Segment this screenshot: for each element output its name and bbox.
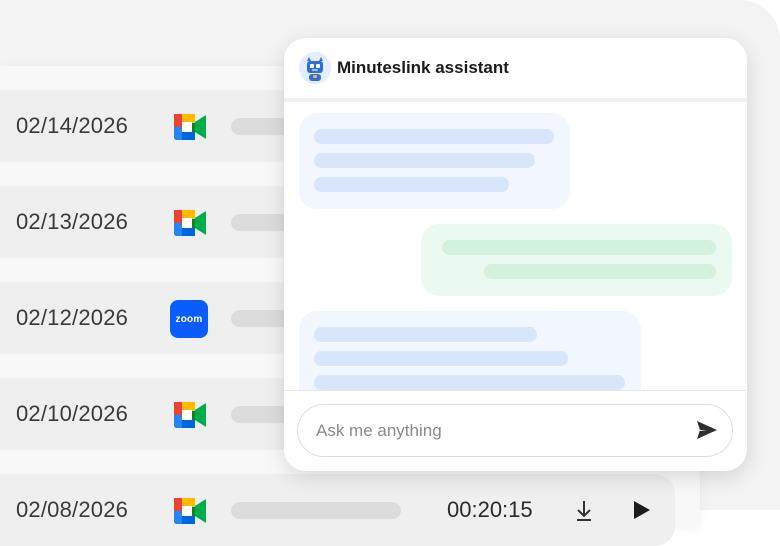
message-line-placeholder <box>314 153 535 168</box>
chat-title: Minuteslink assistant <box>337 58 509 77</box>
google-meet-icon <box>170 395 210 435</box>
message-line-placeholder <box>314 177 509 192</box>
meeting-date: 02/14/2026 <box>16 113 129 138</box>
meeting-duration: 00:20:15 <box>447 497 533 522</box>
chat-header: Minuteslink assistant <box>284 38 747 98</box>
robot-avatar-icon <box>299 52 331 84</box>
meeting-date: 02/08/2026 <box>16 497 129 522</box>
meeting-date: 02/13/2026 <box>16 209 129 234</box>
send-icon <box>697 421 717 439</box>
assistant-message-bubble <box>299 113 570 209</box>
google-meet-icon <box>170 203 210 243</box>
message-line-placeholder <box>484 264 716 279</box>
message-line-placeholder <box>314 327 537 342</box>
message-line-placeholder <box>442 240 716 255</box>
meeting-date: 02/12/2026 <box>16 305 129 330</box>
assistant-chat-panel: Minuteslink assistant <box>284 38 747 471</box>
title-placeholder <box>231 502 401 519</box>
chat-input-box <box>297 404 733 457</box>
message-line-placeholder <box>314 375 625 390</box>
message-line-placeholder <box>314 129 554 144</box>
user-message-bubble <box>421 224 732 296</box>
chat-input[interactable] <box>314 405 678 457</box>
message-line-placeholder <box>314 351 568 366</box>
download-icon <box>577 501 591 521</box>
play-button[interactable] <box>627 496 655 524</box>
download-button[interactable] <box>570 496 598 524</box>
google-meet-icon <box>170 107 210 147</box>
google-meet-icon <box>170 491 210 531</box>
header-divider <box>284 98 747 102</box>
footer-divider <box>284 390 747 391</box>
play-icon <box>634 501 650 519</box>
meeting-date: 02/10/2026 <box>16 401 129 426</box>
zoom-logo: zoom <box>170 300 208 338</box>
meeting-row[interactable]: 02/08/2026 00:20:15 <box>0 474 675 546</box>
send-button[interactable] <box>694 417 720 443</box>
zoom-icon: zoom <box>170 299 210 339</box>
